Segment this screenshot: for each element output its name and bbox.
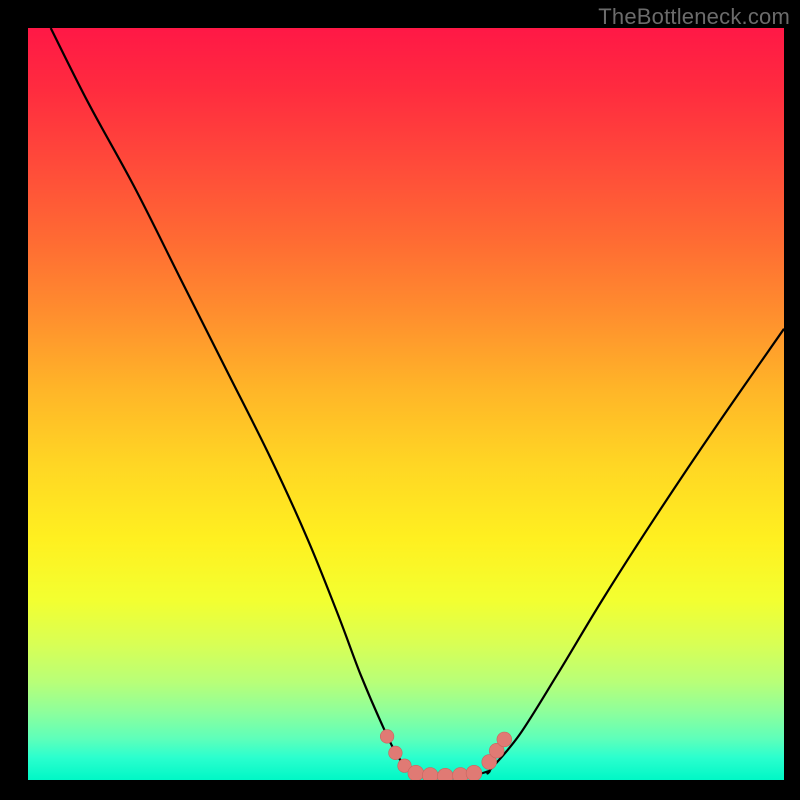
valley-marker [380, 730, 394, 744]
plot-area [28, 28, 784, 780]
valley-marker [389, 746, 403, 760]
chart-frame: TheBottleneck.com [0, 0, 800, 800]
valley-markers [380, 730, 511, 780]
valley-marker [408, 765, 424, 780]
valley-marker [422, 768, 438, 780]
bottleneck-curve-path [51, 28, 784, 778]
curve-layer [28, 28, 784, 780]
watermark-text: TheBottleneck.com [598, 4, 790, 30]
valley-marker [437, 768, 453, 780]
valley-curve [51, 28, 784, 778]
valley-marker [497, 732, 512, 747]
valley-marker [466, 765, 482, 780]
